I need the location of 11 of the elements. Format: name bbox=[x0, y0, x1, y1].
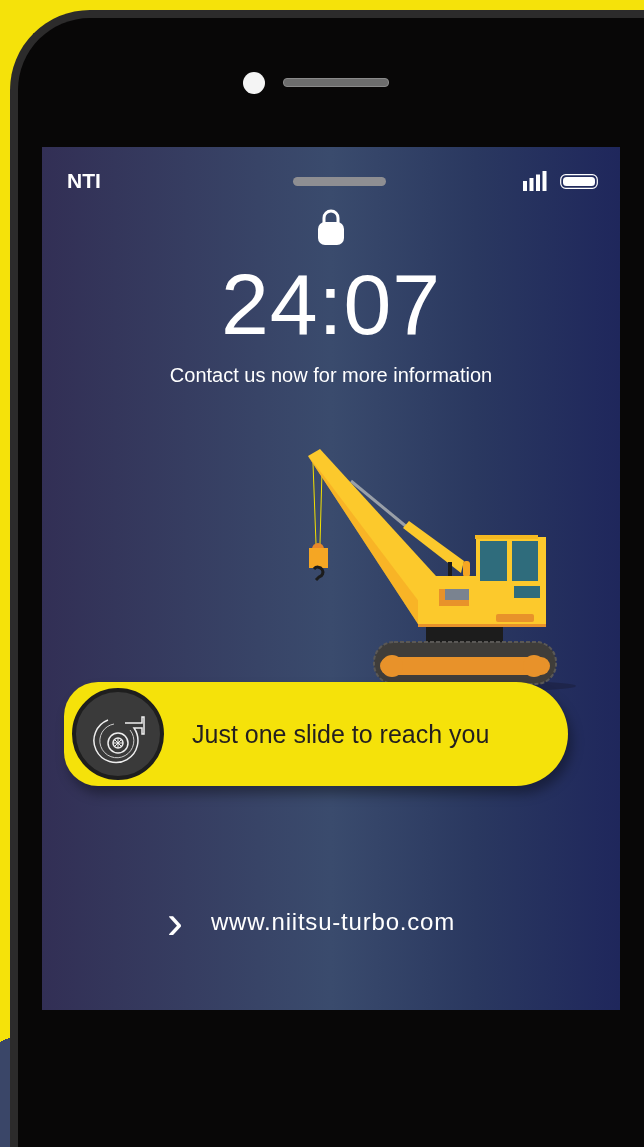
turbo-icon[interactable] bbox=[72, 688, 164, 780]
battery-icon bbox=[560, 173, 598, 189]
signal-icon bbox=[523, 171, 547, 191]
info-message: Contact us now for more information bbox=[169, 363, 493, 387]
carrier-name: NTI bbox=[67, 169, 102, 193]
website-link[interactable]: www.niitsu-turbo.com bbox=[210, 908, 456, 936]
slide-bar[interactable]: Just one slide to reach you bbox=[64, 682, 568, 786]
camera-icon bbox=[243, 71, 265, 94]
clock-time: 24:07 bbox=[220, 261, 442, 347]
chevron-icon: › bbox=[166, 904, 183, 940]
lock-icon bbox=[317, 208, 345, 245]
